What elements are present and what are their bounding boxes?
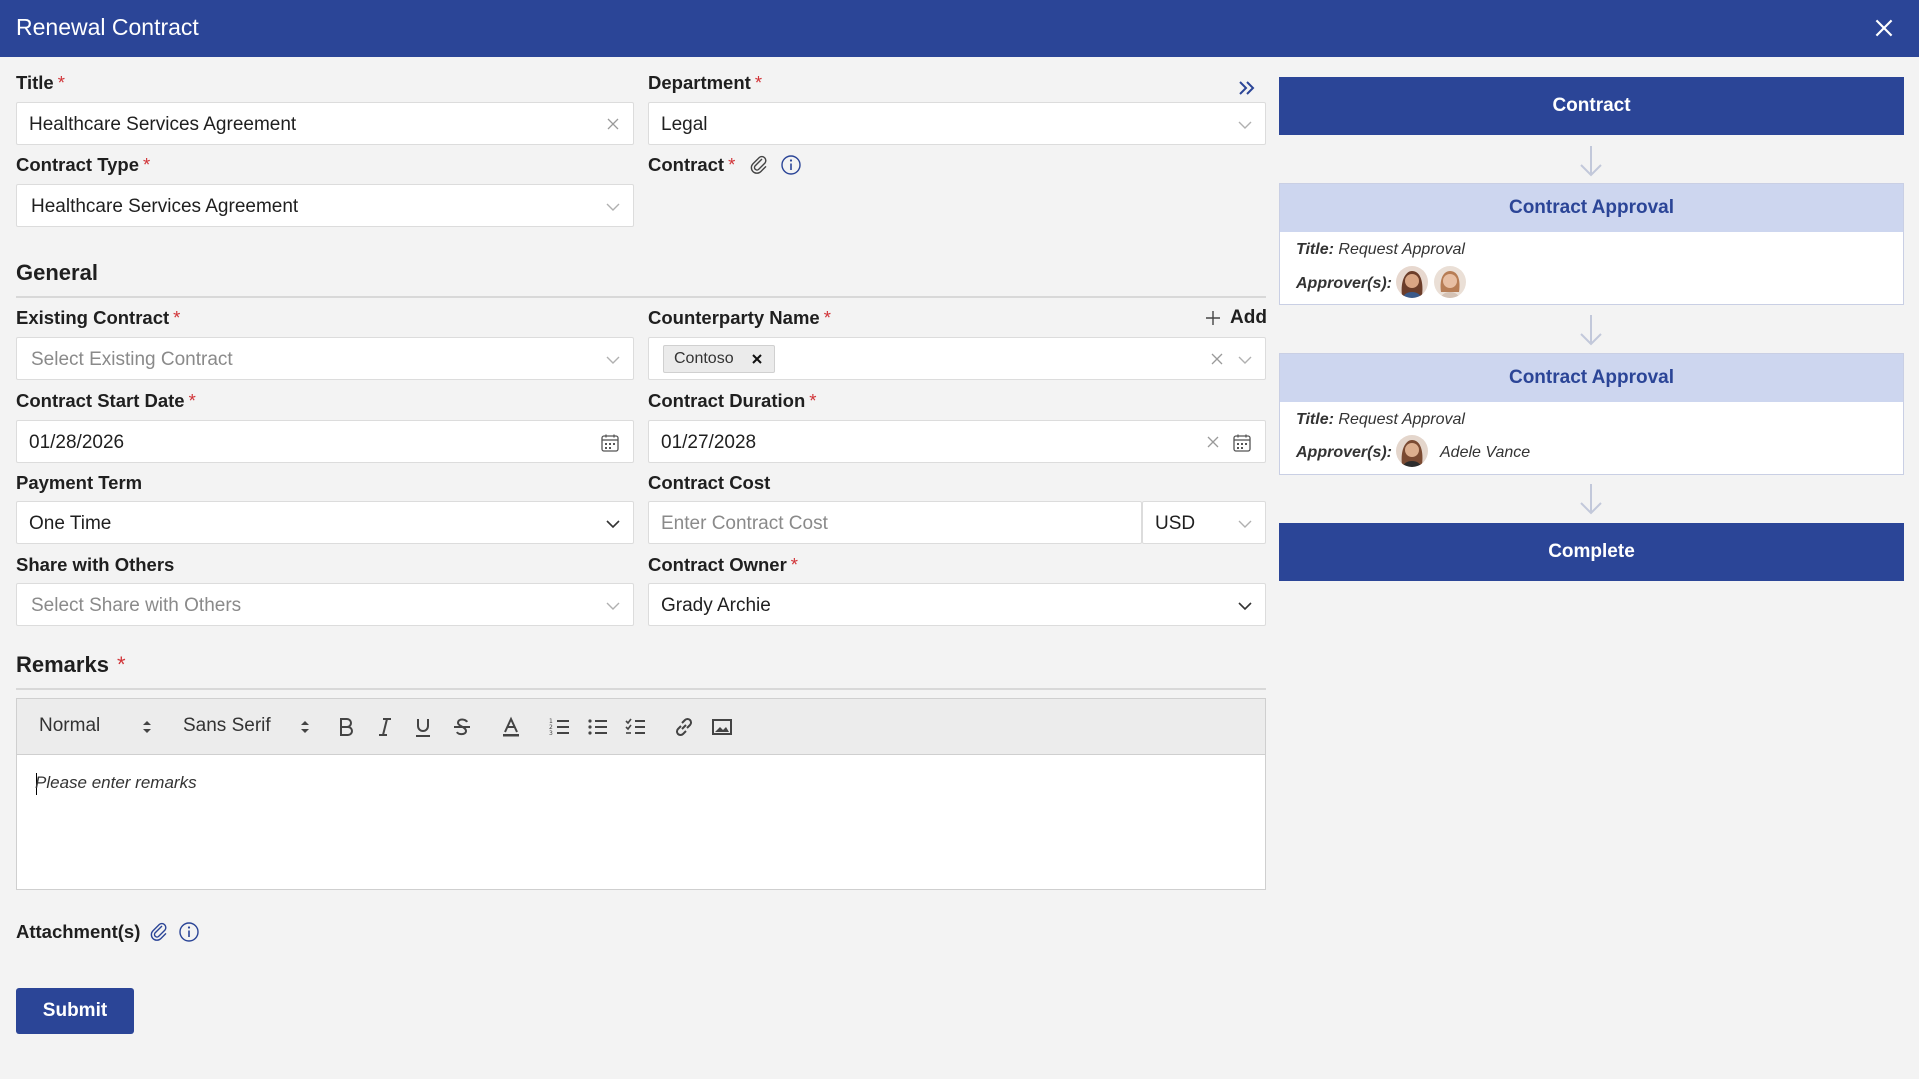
title-label: Title * [16, 72, 65, 93]
avatar[interactable] [1396, 266, 1428, 298]
workflow-approval-step-1: Contract Approval Title: Request Approva… [1279, 183, 1904, 305]
chevron-down-icon [606, 203, 620, 211]
step-title: Title: Request Approval [1296, 411, 1465, 428]
close-icon[interactable] [1871, 15, 1897, 41]
duration-label: Contract Duration * [648, 390, 817, 411]
clear-icon[interactable] [605, 116, 621, 132]
start-date-label: Contract Start Date * [16, 390, 196, 411]
double-chevron-right-icon[interactable] [1236, 77, 1258, 99]
counterparty-label: Counterparty Name * [648, 307, 831, 328]
info-icon[interactable] [780, 154, 802, 176]
existing-contract-select[interactable]: Select Existing Contract [16, 337, 634, 380]
font-select[interactable]: Sans Serif [183, 715, 313, 737]
remove-chip-icon[interactable] [750, 352, 764, 366]
add-label: Add [1230, 307, 1267, 328]
chevron-down-icon [606, 520, 620, 529]
approver-name: Adele Vance [1440, 444, 1531, 461]
department-select[interactable]: Legal [648, 102, 1266, 145]
contract-label: Contract * [648, 154, 736, 175]
arrow-down-icon [1580, 146, 1602, 177]
step-approvers-label: Approver(s): [1296, 444, 1393, 461]
submit-button[interactable]: Submit [16, 988, 134, 1034]
remarks-editor[interactable]: Normal Sans Serif 123 Please enter remar… [16, 698, 1266, 890]
department-label: Department * [648, 72, 763, 93]
chevron-down-icon [1238, 520, 1252, 528]
contract-cost-label: Contract Cost [648, 472, 771, 493]
underline-icon[interactable] [411, 715, 435, 739]
bold-icon[interactable] [334, 715, 358, 739]
share-label: Share with Others [16, 554, 175, 575]
payment-term-select[interactable]: One Time [16, 501, 634, 544]
step-title: Title: Request Approval [1296, 241, 1465, 258]
section-general-heading: General [16, 260, 98, 285]
counterparty-select[interactable]: Contoso [648, 337, 1266, 380]
remarks-heading: Remarks * [16, 652, 126, 677]
plus-icon [1206, 311, 1220, 325]
updown-icon [143, 721, 151, 733]
strikethrough-icon[interactable] [450, 715, 474, 739]
chevron-down-icon [606, 602, 620, 610]
info-icon[interactable] [178, 921, 200, 943]
checklist-icon[interactable] [624, 715, 648, 739]
step-approvers-label: Approver(s): [1296, 275, 1393, 292]
paperclip-icon[interactable] [148, 921, 170, 943]
owner-select[interactable]: Grady Archie [648, 583, 1266, 626]
link-icon[interactable] [672, 715, 696, 739]
bullet-list-icon[interactable] [586, 715, 610, 739]
ordered-list-icon[interactable]: 123 [548, 715, 572, 739]
paperclip-icon[interactable] [748, 154, 770, 176]
duration-input[interactable]: 01/27/2028 [648, 420, 1266, 463]
chevron-down-icon [606, 356, 620, 364]
workflow-approval-step-2: Contract Approval Title: Request Approva… [1279, 353, 1904, 475]
step-heading: Contract Approval [1280, 184, 1903, 232]
arrow-down-icon [1580, 484, 1602, 515]
dialog-header: Renewal Contract [0, 0, 1919, 57]
clear-icon[interactable] [1209, 351, 1225, 367]
existing-contract-label: Existing Contract * [16, 307, 181, 328]
avatar[interactable] [1396, 435, 1428, 467]
contract-cost-input[interactable]: Enter Contract Cost [648, 501, 1142, 544]
share-select[interactable]: Select Share with Others [16, 583, 634, 626]
workflow-complete-step: Complete [1279, 523, 1904, 581]
contract-type-label: Contract Type * [16, 154, 151, 175]
chevron-down-icon [1238, 602, 1252, 611]
counterparty-chip: Contoso [663, 345, 775, 373]
svg-text:3: 3 [549, 730, 553, 737]
clear-icon[interactable] [1205, 434, 1221, 450]
start-date-input[interactable]: 01/28/2026 [16, 420, 634, 463]
divider [16, 688, 1266, 690]
dialog-title: Renewal Contract [16, 14, 199, 40]
attachments-label: Attachment(s) [16, 921, 141, 942]
contract-type-select[interactable]: Healthcare Services Agreement [16, 184, 634, 227]
chevron-down-icon [1238, 356, 1252, 364]
arrow-down-icon [1580, 315, 1602, 346]
image-icon[interactable] [710, 715, 734, 739]
format-select[interactable]: Normal [39, 715, 155, 737]
title-input[interactable]: Healthcare Services Agreement [16, 102, 634, 145]
currency-select[interactable]: USD [1142, 501, 1266, 544]
editor-toolbar: Normal Sans Serif 123 [17, 699, 1265, 755]
step-heading: Contract Approval [1280, 354, 1903, 402]
avatar[interactable] [1434, 266, 1466, 298]
calendar-icon[interactable] [599, 432, 621, 454]
divider [16, 296, 1266, 298]
payment-term-label: Payment Term [16, 472, 143, 493]
workflow-start-step: Contract [1279, 77, 1904, 135]
italic-icon[interactable] [373, 715, 397, 739]
updown-icon [301, 721, 309, 733]
owner-label: Contract Owner * [648, 554, 798, 575]
chevron-down-icon [1238, 121, 1252, 129]
remarks-placeholder: Please enter remarks [35, 773, 197, 792]
calendar-icon[interactable] [1231, 432, 1253, 454]
text-color-icon[interactable] [499, 715, 523, 739]
